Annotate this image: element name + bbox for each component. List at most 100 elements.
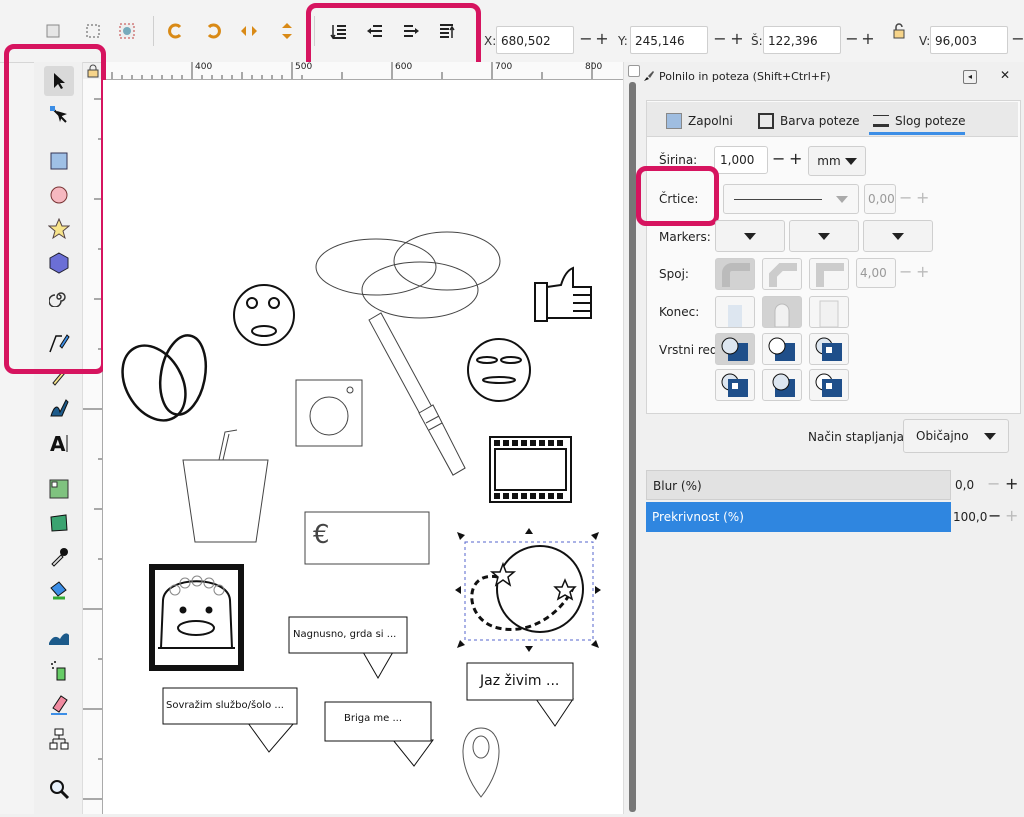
miter-limit-increment[interactable]: + [916,262,929,281]
chevron-down-icon [844,157,857,165]
flip-vertical-icon[interactable] [274,18,300,44]
bubble-text-2: Sovražim službo/šolo ... [166,700,284,711]
fill-and-stroke-dock: Polnilo in poteza (Shift+Ctrl+F) ◂ ✕ Zap… [636,62,1024,814]
start-marker-dropdown[interactable] [715,220,785,252]
blur-value[interactable]: 0,0 [955,478,974,492]
bubble-text-3: Briga me ... [344,713,403,724]
panel-collapse-icon[interactable]: ◂ [963,70,977,84]
tab-fill[interactable]: Zapolni [666,108,733,134]
chevron-down-icon [744,232,756,240]
drawing-canvas[interactable]: € Nagnusno, grda si ... Sovražim službo/… [103,80,623,814]
deselect-icon[interactable] [114,18,140,44]
butt-cap-button[interactable] [715,296,755,328]
width-unit-dropdown[interactable]: mm [808,146,866,176]
mid-marker-dropdown[interactable] [789,220,859,252]
paint-order-markers-first[interactable] [809,333,849,365]
panel-close-icon[interactable]: ✕ [998,68,1012,82]
scrollbar-thumb[interactable] [629,82,636,812]
opacity-decrement[interactable]: − [988,506,1001,525]
bubble-text-4: Jaz živim ... [480,673,560,689]
select-all-icon[interactable] [40,18,66,44]
height-decrement-button[interactable]: − [1009,28,1024,50]
flat-color-icon [666,113,682,129]
paint-order-stroke-fill-markers[interactable] [762,333,802,365]
join-row-label: Spoj: [659,267,689,281]
x-label: X: [484,34,497,48]
rotate-ccw-icon[interactable] [163,18,189,44]
flip-horizontal-icon[interactable] [236,18,262,44]
round-cap-button[interactable] [762,296,802,328]
blur-slider[interactable]: Blur (%) [646,470,951,500]
paint-order-option-6[interactable] [809,369,849,401]
height-input[interactable]: 96,003 [930,26,1008,54]
round-join-button[interactable] [715,258,755,290]
zoom-icon[interactable] [44,774,74,804]
snap-and-select-toolbar: X: 680,502 − + Y: 245,146 − + Š: 122,396… [0,0,1024,88]
horizontal-ruler: 400 500 600 700 800 [106,62,626,80]
calligraphy-icon[interactable] [44,394,74,424]
select-all-layers-icon[interactable] [80,18,106,44]
paint-order-fill-stroke-markers[interactable] [715,333,755,365]
chevron-down-icon [984,432,996,440]
dash-offset-input[interactable]: 0,00 [864,184,896,214]
panel-title: Polnilo in poteza (Shift+Ctrl+F) [659,70,831,83]
ruler-mark: 500 [295,62,313,72]
ruler-mark: 600 [395,62,413,72]
ruler-mark: 800 [585,62,603,72]
miter-limit-input[interactable]: 4,00 [856,258,896,288]
paint-order-option-5[interactable] [762,369,802,401]
x-increment-button[interactable]: + [593,28,611,50]
stroke-width-decrement[interactable]: − [772,149,785,168]
x-input[interactable]: 680,502 [496,26,574,54]
euro-sign: € [313,520,330,550]
y-label: Y: [618,34,628,48]
connector-icon[interactable] [44,724,74,754]
width-increment-button[interactable]: + [859,28,877,50]
opacity-value[interactable]: 100,0 [953,510,987,524]
opacity-increment[interactable]: + [1005,506,1018,525]
lock-icon[interactable] [886,18,912,44]
stroke-width-increment[interactable]: + [789,149,802,168]
blend-mode-label: Način stapljanja: [808,430,908,444]
y-decrement-button[interactable]: − [711,28,729,50]
stroke-width-input[interactable]: 1,000 [714,146,768,174]
dash-pattern-dropdown[interactable] [723,184,859,214]
opacity-slider[interactable]: Prekrivnost (%) [646,502,951,532]
blend-mode-dropdown[interactable]: Običajno [903,419,1009,453]
blur-decrement[interactable]: − [987,474,1000,493]
spray-icon[interactable] [44,656,74,686]
eraser-icon[interactable] [44,690,74,720]
blend-mode-value: Običajno [916,429,969,443]
gradient-icon[interactable] [44,474,74,504]
width-input[interactable]: 122,396 [763,26,841,54]
dash-offset-decrement[interactable]: − [899,188,912,207]
text-icon[interactable]: A [44,428,74,458]
dropper-icon[interactable] [44,542,74,572]
end-marker-dropdown[interactable] [863,220,933,252]
active-tab-indicator [869,132,965,135]
tab-stroke-style[interactable]: Slog poteze [873,108,965,134]
tweak-icon[interactable] [44,622,74,652]
solid-line-preview [734,198,822,200]
stroke-paint-icon [758,113,774,129]
scrollbar-corner-button[interactable] [628,65,640,77]
height-label: V: [919,34,931,48]
y-input[interactable]: 245,146 [630,26,708,54]
bevel-join-button[interactable] [762,258,802,290]
width-label: Š: [751,34,763,48]
tab-stroke-style-label: Slog poteze [895,114,966,128]
mesh-icon[interactable] [44,508,74,538]
bubble-text-1: Nagnusno, grda si ... [293,629,397,640]
miter-limit-decrement[interactable]: − [899,262,912,281]
rotate-cw-icon[interactable] [200,18,226,44]
opacity-label: Prekrivnost (%) [652,510,744,524]
dash-offset-increment[interactable]: + [916,188,929,207]
tab-stroke-paint[interactable]: Barva poteze [758,108,860,134]
paint-order-option-4[interactable] [715,369,755,401]
miter-join-button[interactable] [809,258,849,290]
y-increment-button[interactable]: + [728,28,746,50]
svg-text:A: A [50,432,66,454]
square-cap-button[interactable] [809,296,849,328]
paint-bucket-icon[interactable] [44,576,74,606]
blur-increment[interactable]: + [1005,474,1018,493]
